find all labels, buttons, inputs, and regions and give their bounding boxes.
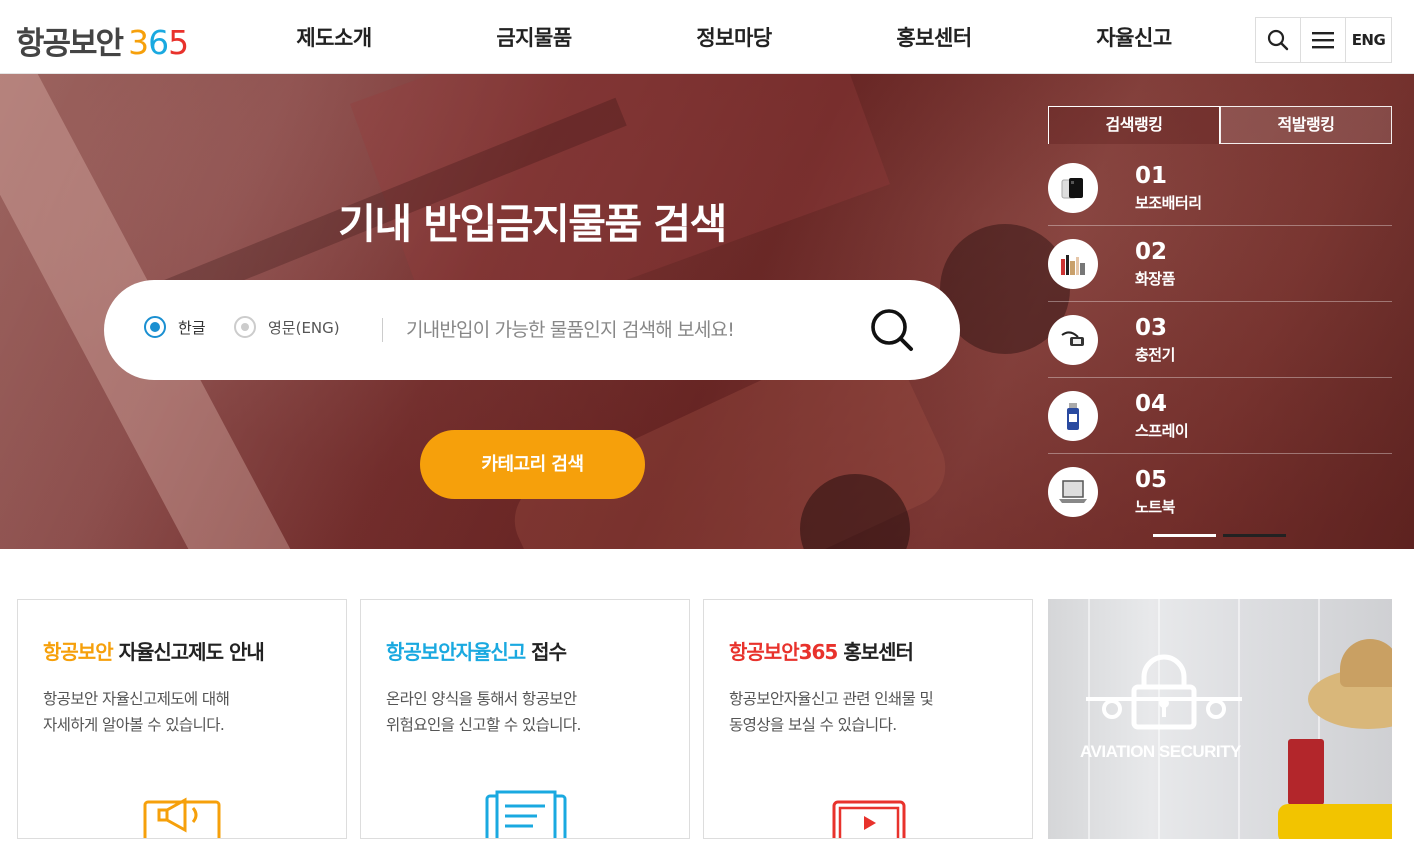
radio-english[interactable]: 영문(ENG)	[234, 316, 340, 338]
main-nav: 제도소개 금지물품 정보마당 홍보센터 자율신고	[234, 0, 1234, 74]
card-description: 항공보안 자율신고제도에 대해 자세하게 알아볼 수 있습니다.	[43, 686, 230, 738]
ranking-item[interactable]: 03 충전기	[1048, 302, 1392, 378]
charger-icon	[1048, 315, 1098, 365]
ranking-item-name: 충전기	[1135, 346, 1175, 364]
ranking-number: 05	[1135, 467, 1168, 493]
item-search-input[interactable]	[406, 310, 846, 350]
nav-item-promotion[interactable]: 홍보센터	[834, 0, 1034, 74]
report-form-icon	[485, 788, 567, 842]
pager-bar-1[interactable]	[1153, 534, 1216, 537]
card-title-highlight: 항공보안자율신고	[386, 640, 526, 664]
card-title-text: 자율신고제도 안내	[118, 640, 265, 664]
luggage-icon	[1278, 804, 1392, 839]
logo-digit: 6	[148, 23, 169, 62]
radio-korean-label: 한글	[178, 318, 206, 337]
ranking-number: 03	[1135, 315, 1168, 341]
radio-selected-icon	[144, 316, 166, 338]
nav-item-prohibited-items[interactable]: 금지물품	[434, 0, 634, 74]
nav-item-info[interactable]: 정보마당	[634, 0, 834, 74]
tab-detection-ranking[interactable]: 적발랭킹	[1220, 106, 1392, 144]
ranking-number: 02	[1135, 239, 1168, 265]
aviation-security-banner[interactable]: AVIATION SECURITY	[1048, 599, 1392, 839]
ranking-item-name: 스프레이	[1135, 422, 1189, 440]
logo-text: 항공보안	[16, 26, 124, 62]
pager-bar-2[interactable]	[1223, 534, 1286, 537]
radio-unselected-icon	[234, 316, 256, 338]
header-utility-buttons: ENG	[1255, 17, 1392, 63]
ranking-item[interactable]: 02 화장품	[1048, 226, 1392, 302]
language-english-button[interactable]: ENG	[1346, 18, 1391, 62]
search-divider	[382, 318, 383, 342]
hat-crown-icon	[1340, 639, 1392, 687]
airplane-lock-icon	[1086, 654, 1242, 730]
category-search-button[interactable]: 카테고리 검색	[420, 430, 645, 499]
card-self-report-submit[interactable]: 항공보안자율신고 접수 온라인 양식을 통해서 항공보안 위험요인을 신고할 수…	[360, 599, 690, 842]
card-title: 항공보안 자율신고제도 안내	[43, 636, 265, 665]
ranking-number: 01	[1135, 163, 1168, 189]
video-icon	[832, 798, 906, 842]
megaphone-icon	[143, 788, 223, 842]
logo-digit: 5	[168, 23, 189, 62]
logo-digit: 3	[128, 23, 149, 62]
card-description-line: 동영상을 보실 수 있습니다.	[729, 716, 897, 734]
item-search-button[interactable]	[868, 306, 916, 354]
ranking-tabs: 검색랭킹 적발랭킹	[1048, 106, 1392, 144]
ranking-pager	[1153, 534, 1286, 537]
card-description-line: 항공보안자율신고 관련 인쇄물 및	[729, 690, 934, 708]
header-search-button[interactable]	[1256, 18, 1301, 62]
ranking-list: 01 보조배터리 02 화장품 03 충전기 04 스프레이 05 노트북	[1048, 150, 1392, 530]
ranking-item[interactable]: 05 노트북	[1048, 454, 1392, 530]
passport-icon	[1288, 739, 1324, 805]
search-icon	[1267, 29, 1289, 51]
card-self-report-guide[interactable]: 항공보안 자율신고제도 안내 항공보안 자율신고제도에 대해 자세하게 알아볼 …	[17, 599, 347, 842]
search-icon	[871, 309, 913, 351]
spray-icon	[1048, 391, 1098, 441]
ranking-number: 04	[1135, 391, 1168, 417]
card-description-line: 위험요인을 신고할 수 있습니다.	[386, 716, 581, 734]
logo-number: 365	[128, 23, 189, 62]
card-title-text: 홍보센터	[843, 640, 914, 664]
ranking-item-name: 노트북	[1135, 498, 1175, 516]
power-bank-icon	[1048, 163, 1098, 213]
card-description: 항공보안자율신고 관련 인쇄물 및 동영상을 보실 수 있습니다.	[729, 686, 934, 738]
banner-text: AVIATION SECURITY	[1080, 742, 1241, 761]
hamburger-menu-icon	[1312, 32, 1334, 49]
header-menu-button[interactable]	[1301, 18, 1346, 62]
card-title-highlight: 항공보안365	[729, 640, 838, 664]
card-promotion-center[interactable]: 항공보안365 홍보센터 항공보안자율신고 관련 인쇄물 및 동영상을 보실 수…	[703, 599, 1033, 842]
hero-banner: 기내 반입금지물품 검색 한글 영문(ENG) 카테고리 검색 검색랭킹 적발랭…	[0, 74, 1414, 549]
ranking-item-name: 보조배터리	[1135, 194, 1202, 212]
site-header: 항공보안 365 제도소개 금지물품 정보마당 홍보센터 자율신고 ENG	[0, 0, 1414, 74]
nav-item-system-intro[interactable]: 제도소개	[234, 0, 434, 74]
ranking-item-name: 화장품	[1135, 270, 1175, 288]
card-description-line: 온라인 양식을 통해서 항공보안	[386, 690, 577, 708]
card-title-text: 접수	[531, 640, 567, 664]
card-title-highlight: 항공보안	[43, 640, 114, 664]
card-description-line: 자세하게 알아볼 수 있습니다.	[43, 716, 225, 734]
tab-search-ranking[interactable]: 검색랭킹	[1048, 106, 1220, 144]
nav-item-self-report[interactable]: 자율신고	[1034, 0, 1234, 74]
ranking-item[interactable]: 04 스프레이	[1048, 378, 1392, 454]
cosmetics-icon	[1048, 239, 1098, 289]
card-description-line: 항공보안 자율신고제도에 대해	[43, 690, 230, 708]
hero-title: 기내 반입금지물품 검색	[338, 200, 727, 248]
card-description: 온라인 양식을 통해서 항공보안 위험요인을 신고할 수 있습니다.	[386, 686, 581, 738]
item-search-bar: 한글 영문(ENG)	[104, 280, 960, 380]
card-title: 항공보안자율신고 접수	[386, 636, 567, 665]
laptop-icon	[1048, 467, 1098, 517]
radio-korean[interactable]: 한글	[144, 316, 206, 338]
radio-english-label: 영문(ENG)	[268, 318, 340, 337]
ranking-item[interactable]: 01 보조배터리	[1048, 150, 1392, 226]
card-title: 항공보안365 홍보센터	[729, 636, 914, 665]
site-logo[interactable]: 항공보안 365	[16, 18, 189, 62]
